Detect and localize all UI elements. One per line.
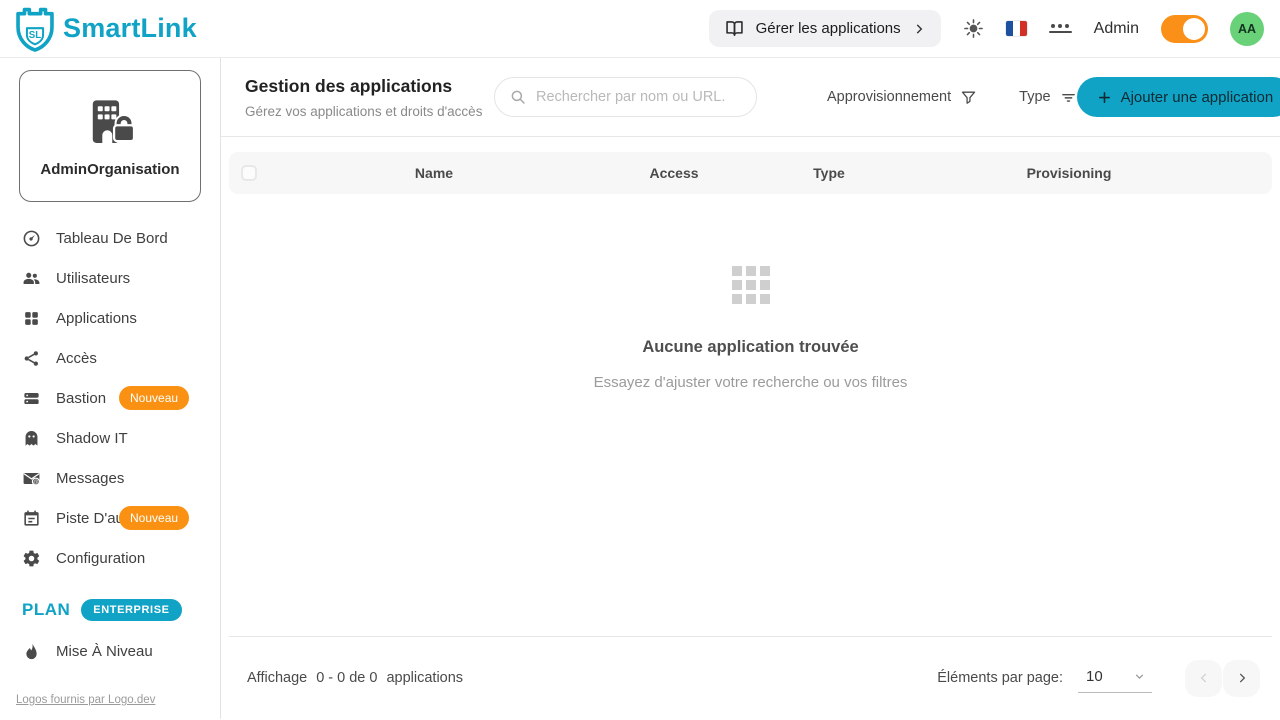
sidebar-item-label: Mise À Niveau (56, 643, 153, 660)
page-subtitle: Gérez vos applications et droits d'accès (245, 104, 494, 119)
search-input[interactable] (536, 89, 742, 105)
theme-toggle-button[interactable] (963, 18, 984, 39)
next-page-button[interactable] (1223, 660, 1260, 697)
search-icon (509, 88, 527, 106)
chevron-right-icon (912, 22, 926, 36)
french-flag-icon (1006, 21, 1027, 36)
manage-apps-label: Gérer les applications (756, 20, 901, 37)
brand[interactable]: SL SmartLink (14, 6, 197, 52)
apps-grid-icon (22, 309, 41, 328)
funnel-icon (960, 89, 977, 106)
filter-lines-icon (1060, 89, 1077, 106)
sidebar-item-applications[interactable]: Applications (0, 298, 220, 338)
share-nodes-icon (22, 349, 41, 368)
sidebar-nav: Tableau De Bord Utilisateurs Application… (0, 218, 220, 578)
table-header-row: Name Access Type Provisioning (229, 152, 1272, 194)
page-title: Gestion des applications (245, 76, 494, 97)
empty-state-subtitle: Essayez d'ajuster votre recherche ou vos… (594, 374, 908, 391)
sidebar-item-audit-trail[interactable]: Piste D'audit Nouveau (0, 498, 220, 538)
chevron-down-icon (1133, 670, 1146, 683)
empty-state: Aucune application trouvée Essayez d'aju… (229, 266, 1272, 391)
chevron-left-icon (1197, 671, 1211, 685)
per-page-label: Éléments par page: (937, 670, 1063, 686)
sidebar-item-label: Bastion (56, 390, 106, 407)
sidebar-item-label: Applications (56, 310, 137, 327)
logos-attribution-link[interactable]: Logos fournis par Logo.dev (16, 694, 155, 706)
sidebar-item-upgrade[interactable]: Mise À Niveau (0, 631, 220, 671)
filter-type[interactable]: Type (1019, 89, 1076, 106)
search-box (494, 77, 757, 117)
add-application-button[interactable]: Ajouter une application (1077, 77, 1280, 117)
add-application-label: Ajouter une application (1121, 89, 1274, 106)
topbar: SL SmartLink Gérer les applications (0, 0, 1280, 58)
svg-text:SL: SL (29, 29, 41, 40)
sidebar-item-label: Messages (56, 470, 124, 487)
filter-type-label: Type (1019, 89, 1050, 105)
admin-label: Admin (1094, 20, 1139, 38)
showing-label: Affichage (247, 670, 307, 686)
showing-unit: applications (386, 670, 463, 686)
sidebar-item-shadow-it[interactable]: Shadow IT (0, 418, 220, 458)
sidebar-item-messages[interactable]: @ Messages (0, 458, 220, 498)
sidebar-item-bastion[interactable]: Bastion Nouveau (0, 378, 220, 418)
filter-provisioning[interactable]: Approvisionnement (827, 89, 977, 106)
sidebar-item-configuration[interactable]: Configuration (0, 538, 220, 578)
sidebar-item-label: Tableau De Bord (56, 230, 168, 247)
select-all-checkbox[interactable] (241, 165, 257, 181)
sidebar-item-label: Accès (56, 350, 97, 367)
plan-label: PLAN (22, 600, 70, 620)
gear-icon (22, 549, 41, 568)
column-header-type: Type (749, 165, 909, 181)
organization-name: AdminOrganisation (40, 161, 179, 178)
new-badge: Nouveau (119, 386, 189, 410)
per-page-select[interactable]: 10 (1078, 664, 1152, 693)
manage-apps-button[interactable]: Gérer les applications (709, 10, 941, 47)
ellipsis-menu-icon (1049, 24, 1072, 34)
sidebar-item-dashboard[interactable]: Tableau De Bord (0, 218, 220, 258)
chevron-right-icon (1235, 671, 1249, 685)
sidebar-item-users[interactable]: Utilisateurs (0, 258, 220, 298)
sidebar: AdminOrganisation Tableau De Bord Utilis… (0, 58, 221, 719)
language-selector[interactable] (1006, 21, 1027, 36)
table-footer: Affichage 0 - 0 de 0 applications Élémen… (229, 636, 1272, 719)
empty-grid-icon (732, 266, 770, 304)
sun-icon (963, 18, 984, 39)
new-badge: Nouveau (119, 506, 189, 530)
applications-table-area: Name Access Type Provisioning Aucune app… (221, 137, 1280, 636)
flame-icon (22, 642, 41, 661)
ghost-icon (22, 429, 41, 448)
user-avatar[interactable]: AA (1230, 12, 1264, 46)
plus-icon (1097, 90, 1112, 105)
filter-provisioning-label: Approvisionnement (827, 89, 951, 105)
svg-text:@: @ (33, 479, 38, 485)
empty-state-title: Aucune application trouvée (642, 338, 858, 357)
sidebar-item-access[interactable]: Accès (0, 338, 220, 378)
column-header-provisioning: Provisioning (909, 165, 1229, 181)
users-icon (22, 269, 41, 288)
admin-mode-toggle[interactable] (1161, 15, 1208, 43)
sidebar-item-label: Utilisateurs (56, 270, 130, 287)
toggle-knob (1183, 18, 1205, 40)
main-header: Gestion des applications Gérez vos appli… (221, 58, 1280, 137)
column-header-access: Access (599, 165, 749, 181)
server-icon (22, 389, 41, 408)
organization-card[interactable]: AdminOrganisation (19, 70, 201, 202)
book-icon (724, 18, 745, 39)
showing-range: 0 - 0 de 0 (316, 670, 377, 686)
per-page-value: 10 (1086, 668, 1103, 685)
main-panel: Gestion des applications Gérez vos appli… (221, 58, 1280, 719)
envelope-at-icon: @ (22, 469, 41, 488)
sidebar-item-label: Shadow IT (56, 430, 128, 447)
sidebar-item-label: Configuration (56, 550, 145, 567)
dashboard-gauge-icon (22, 229, 41, 248)
previous-page-button[interactable] (1185, 660, 1222, 697)
plan-badge: ENTERPRISE (81, 599, 181, 621)
plan-row: PLAN ENTERPRISE (0, 596, 220, 623)
more-options-button[interactable] (1049, 24, 1072, 34)
brand-name: SmartLink (63, 13, 197, 44)
column-header-name: Name (269, 165, 599, 181)
building-lock-icon (78, 94, 142, 152)
audit-journal-icon (22, 509, 41, 528)
brand-shield-icon: SL (14, 6, 56, 52)
